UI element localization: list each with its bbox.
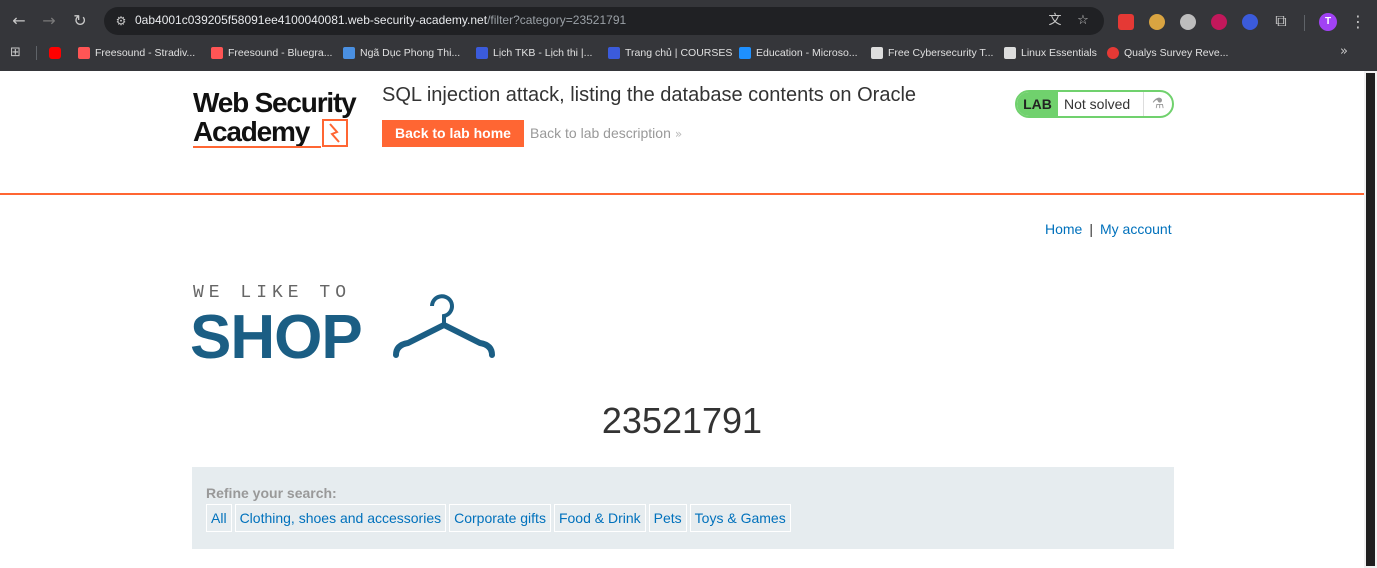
shop-tagline: WE LIKE TO bbox=[193, 283, 352, 303]
back-arrow-icon[interactable]: ← bbox=[8, 10, 30, 32]
youtube-bookmark[interactable] bbox=[49, 42, 66, 64]
category-filters: All Clothing, shoes and accessories Corp… bbox=[206, 504, 791, 532]
pdf-extension-icon[interactable] bbox=[1118, 14, 1134, 30]
bookmark-item[interactable]: Education - Microso... bbox=[739, 42, 858, 64]
bookmark-item[interactable]: Linux Essentials bbox=[1004, 42, 1097, 64]
filter-pets[interactable]: Pets bbox=[648, 504, 687, 532]
profile-avatar[interactable]: T bbox=[1319, 13, 1337, 31]
page-scrollbar[interactable] bbox=[1364, 71, 1377, 568]
cookie-extension-icon[interactable] bbox=[1149, 14, 1165, 30]
logo-underline bbox=[193, 146, 321, 148]
lab-title: SQL injection attack, listing the databa… bbox=[382, 84, 917, 106]
bookmark-item[interactable]: Qualys Survey Reve... bbox=[1107, 42, 1228, 64]
account-nav: Home | My account bbox=[1045, 221, 1172, 237]
record-extension-icon[interactable] bbox=[1211, 14, 1227, 30]
bookmark-label: Freesound - Bluegra... bbox=[228, 47, 333, 59]
refine-search-panel: Refine your search: All Clothing, shoes … bbox=[192, 467, 1174, 549]
bookmark-favicon-icon bbox=[476, 47, 488, 59]
shop-brand: SHOP bbox=[190, 303, 363, 372]
back-to-lab-description-label: Back to lab description bbox=[530, 125, 671, 141]
filter-toys-games[interactable]: Toys & Games bbox=[689, 504, 791, 532]
refine-label: Refine your search: bbox=[206, 485, 337, 501]
back-to-lab-description-link[interactable]: Back to lab description» bbox=[530, 125, 682, 141]
more-bookmarks-icon[interactable]: » bbox=[1340, 44, 1348, 59]
lightning-icon bbox=[322, 119, 348, 147]
puzzle-extensions-icon[interactable]: ⧉ bbox=[1270, 10, 1292, 32]
bookmark-label: Lịch TKB - Lịch thi |... bbox=[493, 47, 593, 59]
scrollbar-thumb[interactable] bbox=[1366, 73, 1375, 566]
chevron-right-icon: » bbox=[674, 127, 683, 141]
filter-food-drink[interactable]: Food & Drink bbox=[553, 504, 646, 532]
bookmark-favicon-icon bbox=[78, 47, 90, 59]
bookmark-favicon-icon bbox=[608, 47, 620, 59]
bookmark-label: Ngã Dục Phong Thi... bbox=[360, 47, 461, 59]
nav-separator: | bbox=[1089, 221, 1093, 237]
bookmark-item[interactable]: Lịch TKB - Lịch thi |... bbox=[476, 42, 592, 64]
bookmarks-bar: Freesound - Stradiv... Freesound - Blueg… bbox=[0, 42, 1377, 64]
extension-icon[interactable] bbox=[1180, 14, 1196, 30]
forward-arrow-icon[interactable]: → bbox=[38, 10, 60, 32]
url-path: /filter?category=23521791 bbox=[487, 13, 627, 27]
lab-status-text: Not solved bbox=[1064, 96, 1131, 112]
bookmark-favicon-icon bbox=[211, 47, 223, 59]
more-menu-icon[interactable]: ⋮ bbox=[1350, 12, 1366, 31]
bookmark-label: Freesound - Stradiv... bbox=[95, 47, 196, 59]
site-info-icon[interactable]: ⚙ bbox=[112, 12, 130, 30]
bookmark-item[interactable]: Freesound - Bluegra... bbox=[211, 42, 332, 64]
bookmark-label: Free Cybersecurity T... bbox=[888, 47, 994, 59]
browser-chrome: ← → ↻ ⚙ 0ab4001c039205f58091ee4100040081… bbox=[0, 0, 1377, 71]
translate-icon[interactable]: 文 bbox=[1046, 12, 1064, 30]
filter-clothing[interactable]: Clothing, shoes and accessories bbox=[234, 504, 447, 532]
bookmark-label: Trang chủ | COURSES bbox=[625, 47, 733, 59]
filter-corporate-gifts[interactable]: Corporate gifts bbox=[449, 504, 551, 532]
bookmark-star-icon[interactable]: ☆ bbox=[1074, 12, 1092, 30]
bookmark-item[interactable]: Free Cybersecurity T... bbox=[871, 42, 993, 64]
bookmark-favicon-icon bbox=[871, 47, 883, 59]
bookmark-label: Qualys Survey Reve... bbox=[1124, 47, 1229, 59]
hanger-icon bbox=[392, 283, 496, 363]
bookmark-favicon-icon bbox=[1004, 47, 1016, 59]
reload-icon[interactable]: ↻ bbox=[69, 10, 91, 32]
address-bar[interactable]: ⚙ 0ab4001c039205f58091ee4100040081.web-s… bbox=[104, 7, 1104, 35]
bookmark-favicon-icon bbox=[1107, 47, 1119, 59]
lab-label: LAB bbox=[1017, 92, 1058, 116]
bookmark-item[interactable]: Ngã Dục Phong Thi... bbox=[343, 42, 460, 64]
flask-icon: ⚗ bbox=[1143, 92, 1172, 116]
url-host: 0ab4001c039205f58091ee4100040081.web-sec… bbox=[135, 13, 488, 27]
browser-toolbar: ← → ↻ ⚙ 0ab4001c039205f58091ee4100040081… bbox=[0, 4, 1377, 38]
bookmark-label: Education - Microso... bbox=[756, 47, 858, 59]
extension-icon[interactable] bbox=[1242, 14, 1258, 30]
url-text[interactable]: 0ab4001c039205f58091ee4100040081.web-sec… bbox=[135, 13, 626, 27]
bookmark-label: Linux Essentials bbox=[1021, 47, 1097, 59]
lab-status-badge: LAB Not solved ⚗ bbox=[1015, 90, 1174, 118]
logo-line-1: Web Security bbox=[193, 87, 357, 118]
back-to-lab-home-button[interactable]: Back to lab home bbox=[382, 120, 524, 147]
academy-logo[interactable]: Web Security Academy bbox=[193, 88, 368, 152]
bookmark-item[interactable]: Freesound - Stradiv... bbox=[78, 42, 195, 64]
my-account-link[interactable]: My account bbox=[1100, 221, 1172, 237]
bookmark-favicon-icon bbox=[739, 47, 751, 59]
youtube-icon bbox=[49, 47, 61, 59]
bookmark-item[interactable]: Trang chủ | COURSES bbox=[608, 42, 732, 64]
filter-all[interactable]: All bbox=[206, 504, 232, 532]
home-link[interactable]: Home bbox=[1045, 221, 1082, 237]
toolbar-divider bbox=[1304, 15, 1305, 31]
category-title: 23521791 bbox=[601, 400, 763, 441]
academy-header: Web Security Academy SQL injection attac… bbox=[0, 71, 1364, 195]
bookmark-favicon-icon bbox=[343, 47, 355, 59]
